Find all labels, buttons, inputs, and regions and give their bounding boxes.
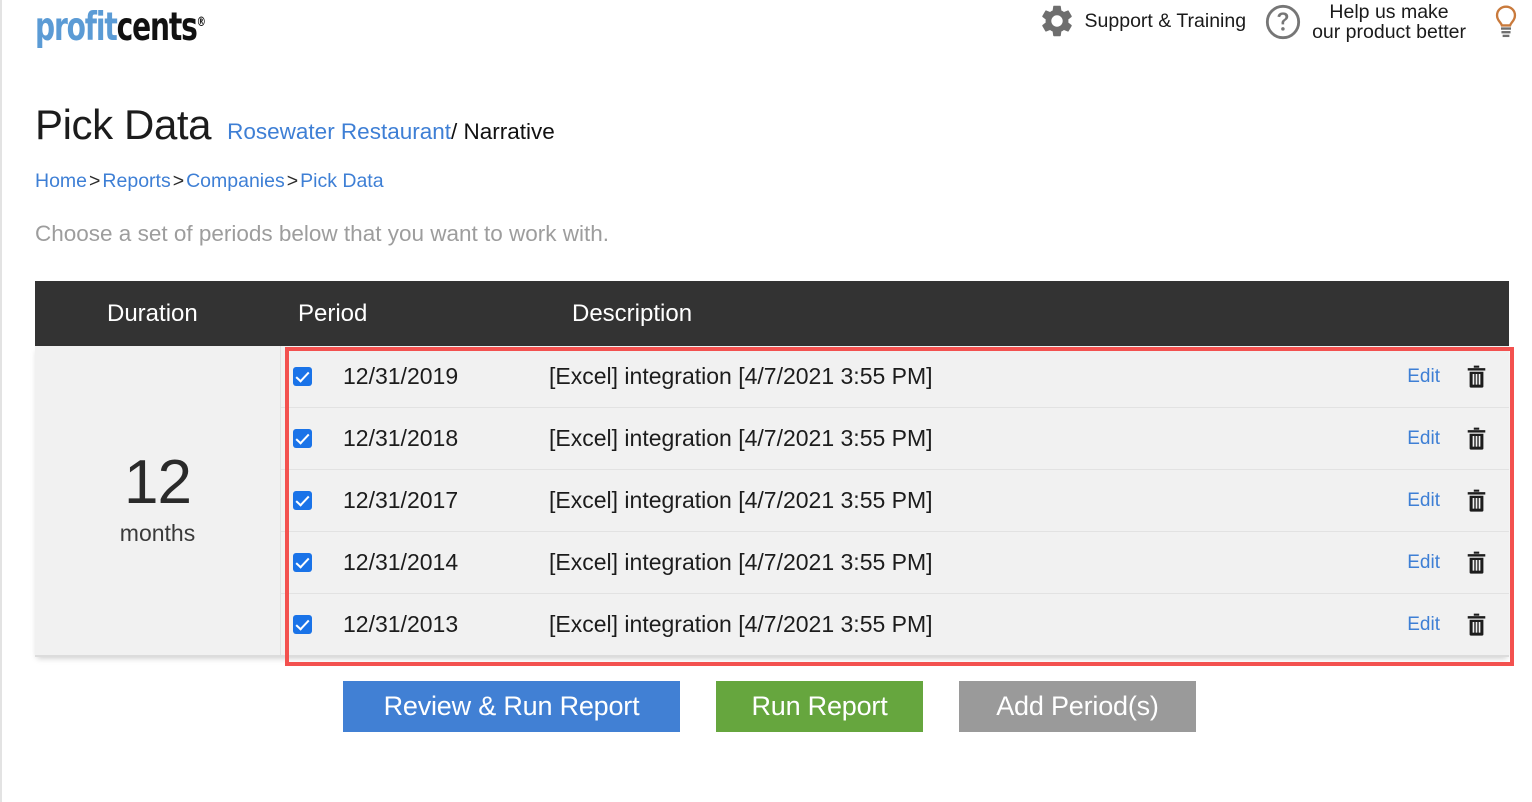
row-actions: Edit <box>1349 365 1509 388</box>
row-checkbox-cell <box>281 367 343 386</box>
report-type-label: Narrative <box>463 119 555 144</box>
instruction-text: Choose a set of periods below that you w… <box>35 221 610 246</box>
breadcrumb-item-reports[interactable]: Reports <box>102 170 170 192</box>
period-description: [Excel] integration [4/7/2021 3:55 PM] <box>549 487 933 513</box>
period-description: [Excel] integration [4/7/2021 3:55 PM] <box>549 363 933 389</box>
table-row: 12/31/2017 [Excel] integration [4/7/2021… <box>281 470 1509 532</box>
subtitle-separator: / <box>451 119 458 144</box>
period-description: [Excel] integration [4/7/2021 3:55 PM] <box>549 425 933 451</box>
period-date: 12/31/2019 <box>343 363 459 389</box>
period-checkbox[interactable] <box>293 615 312 634</box>
top-bar: profitcents® Support & Training Help us … <box>2 0 1532 72</box>
period-description: [Excel] integration [4/7/2021 3:55 PM] <box>549 611 933 637</box>
edit-link[interactable]: Edit <box>1407 366 1440 388</box>
row-actions: Edit <box>1349 613 1509 636</box>
trash-icon <box>1467 613 1486 636</box>
help-us-improve-link[interactable]: Help us make our product better <box>1263 0 1466 43</box>
breadcrumb-item-home[interactable]: Home <box>35 170 87 192</box>
breadcrumb-separator-1: > <box>89 170 101 192</box>
duration-number: 12 <box>124 448 192 518</box>
feedback-bulb-button[interactable] <box>1488 0 1524 46</box>
table-row: 12/31/2018 [Excel] integration [4/7/2021… <box>281 408 1509 470</box>
row-checkbox-cell <box>281 491 343 510</box>
edit-link[interactable]: Edit <box>1407 552 1440 574</box>
page-header-block: Pick Data Rosewater Restaurant/ Narrativ… <box>35 104 555 146</box>
trash-icon <box>1467 365 1486 388</box>
action-buttons: Review & Run Report Run Report Add Perio… <box>343 681 1196 732</box>
page-subtitle: Rosewater Restaurant/ Narrative <box>227 119 555 144</box>
support-and-training-label: Support & Training <box>1084 9 1247 32</box>
period-rows: 12/31/2019 [Excel] integration [4/7/2021… <box>281 346 1509 655</box>
delete-button[interactable] <box>1466 613 1487 636</box>
breadcrumb-separator-3: > <box>286 170 299 192</box>
company-link[interactable]: Rosewater Restaurant <box>227 119 451 144</box>
breadcrumb-item-companies[interactable]: Companies <box>186 170 285 192</box>
row-checkbox-cell <box>281 429 343 448</box>
row-checkbox-cell <box>281 553 343 572</box>
delete-button[interactable] <box>1466 365 1487 388</box>
period-checkbox[interactable] <box>293 367 312 386</box>
row-actions: Edit <box>1349 427 1509 450</box>
help-us-improve-label: Help us make our product better <box>1312 2 1466 43</box>
breadcrumb: Home > Reports > Companies > Pick Data <box>35 170 384 193</box>
trash-icon <box>1467 489 1486 512</box>
delete-button[interactable] <box>1466 551 1487 574</box>
review-and-run-report-button[interactable]: Review & Run Report <box>343 681 680 732</box>
header-utility-nav: Support & Training Help us make our prod… <box>1038 0 1524 46</box>
breadcrumb-item-pick-data[interactable]: Pick Data <box>300 170 383 192</box>
page-title: Pick Data <box>35 101 212 148</box>
column-header-duration: Duration <box>107 299 198 327</box>
periods-table: Duration Period Description 12 months 12… <box>35 281 1509 657</box>
trash-icon <box>1467 427 1486 450</box>
run-report-button[interactable]: Run Report <box>716 681 923 732</box>
period-checkbox[interactable] <box>293 491 312 510</box>
edit-link[interactable]: Edit <box>1407 490 1440 512</box>
table-body: 12 months 12/31/2019 [Excel] integration… <box>35 346 1509 657</box>
period-description: [Excel] integration [4/7/2021 3:55 PM] <box>549 549 933 575</box>
lightbulb-icon <box>1488 2 1524 46</box>
add-periods-button[interactable]: Add Period(s) <box>959 681 1196 732</box>
logo-text-profit: profit <box>35 5 118 50</box>
help-line-2: our product better <box>1312 21 1466 44</box>
table-row: 12/31/2014 [Excel] integration [4/7/2021… <box>281 532 1509 594</box>
edit-link[interactable]: Edit <box>1407 614 1440 636</box>
table-row: 12/31/2019 [Excel] integration [4/7/2021… <box>281 346 1509 408</box>
table-row: 12/31/2013 [Excel] integration [4/7/2021… <box>281 594 1509 655</box>
profitcents-logo[interactable]: profitcents® <box>35 8 206 47</box>
support-and-training-link[interactable]: Support & Training <box>1038 0 1247 40</box>
period-checkbox[interactable] <box>293 553 312 572</box>
edit-link[interactable]: Edit <box>1407 428 1440 450</box>
period-checkbox[interactable] <box>293 429 312 448</box>
period-date: 12/31/2013 <box>343 611 459 637</box>
logo-registered-mark: ® <box>196 15 207 30</box>
trash-icon <box>1467 551 1486 574</box>
page-root: profitcents® Support & Training Help us … <box>0 0 1532 802</box>
help-line-1: Help us make <box>1329 1 1449 23</box>
table-header-row: Duration Period Description <box>35 281 1509 346</box>
question-circle-icon <box>1263 2 1303 42</box>
column-header-description: Description <box>572 299 693 327</box>
column-header-period: Period <box>298 299 368 327</box>
delete-button[interactable] <box>1466 427 1487 450</box>
period-date: 12/31/2018 <box>343 425 459 451</box>
period-date: 12/31/2014 <box>343 549 459 575</box>
duration-cell: 12 months <box>35 346 281 655</box>
duration-unit: months <box>119 519 196 546</box>
gear-icon <box>1038 2 1076 40</box>
period-date: 12/31/2017 <box>343 487 459 513</box>
row-checkbox-cell <box>281 615 343 634</box>
row-actions: Edit <box>1349 489 1509 512</box>
logo-text-cents: cents <box>116 5 198 50</box>
row-actions: Edit <box>1349 551 1509 574</box>
breadcrumb-separator-2: > <box>172 170 185 192</box>
delete-button[interactable] <box>1466 489 1487 512</box>
